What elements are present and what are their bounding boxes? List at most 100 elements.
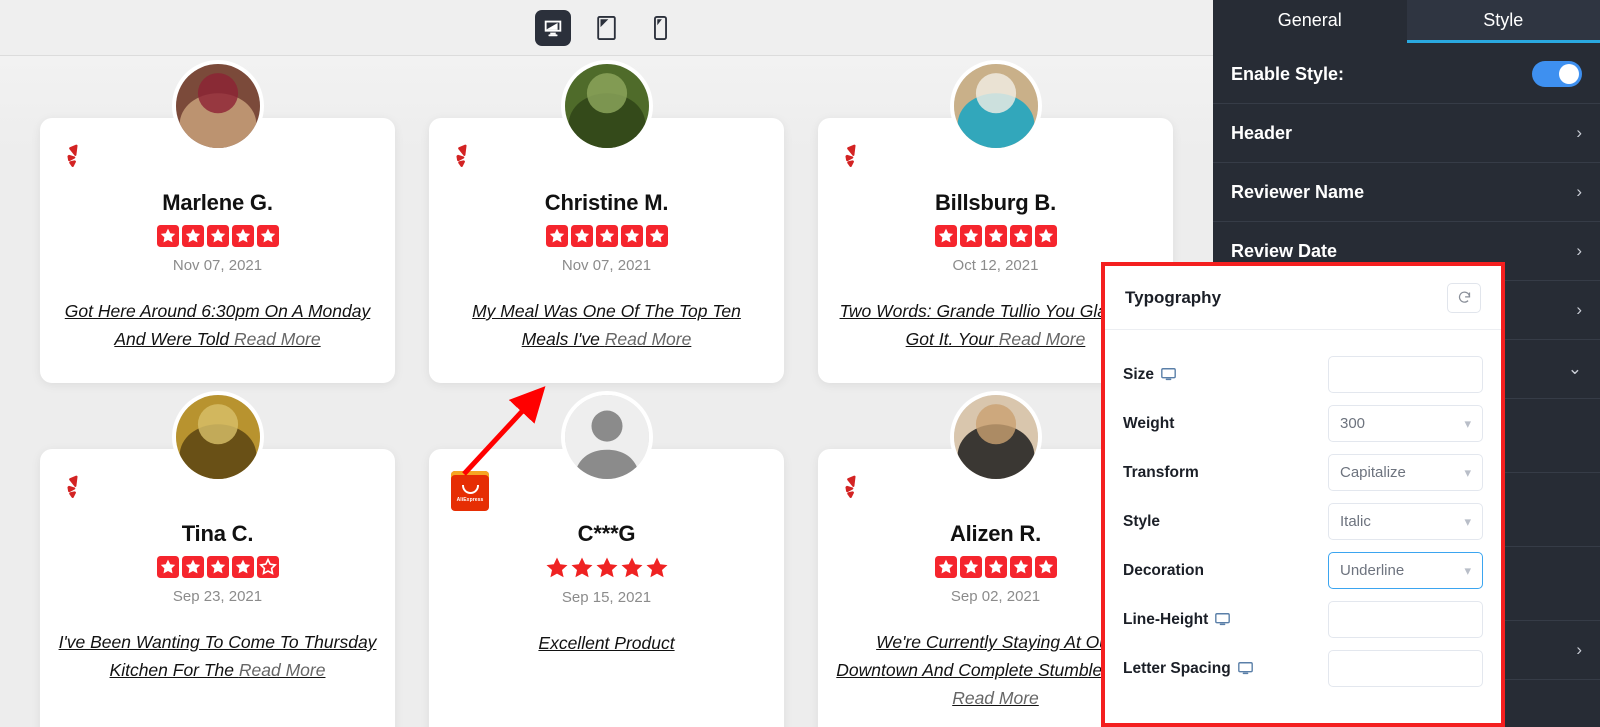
review-text[interactable]: I've Been Wanting To Come To Thursday Ki… xyxy=(58,628,377,684)
field-label: Weight xyxy=(1123,415,1328,433)
typography-field-row: Decoration Underline ▾ xyxy=(1123,546,1483,595)
tab-general[interactable]: General xyxy=(1213,0,1407,43)
review-card[interactable]: Marlene G. Nov 07, 2021 Got Here Around 6… xyxy=(40,60,395,383)
reviewer-name: Christine M. xyxy=(544,190,669,215)
star-icon xyxy=(645,225,668,247)
star-icon xyxy=(934,556,957,578)
field-label-text: Decoration xyxy=(1123,561,1204,579)
chevron-right-icon: › xyxy=(1576,123,1582,142)
avatar-image xyxy=(175,64,260,148)
sidebar-item-label: Review Date xyxy=(1231,240,1338,261)
star-icon xyxy=(596,557,617,578)
read-more-link[interactable]: Read More xyxy=(999,329,1086,349)
avatar-image xyxy=(175,395,260,479)
field-input[interactable] xyxy=(1328,601,1483,638)
star-icon xyxy=(1009,225,1032,247)
sidebar-item-reviewer-name[interactable]: Reviewer Name › xyxy=(1213,163,1600,222)
avatar-image xyxy=(564,64,649,148)
avatar xyxy=(560,60,653,152)
review-card[interactable]: Christine M. Nov 07, 2021 My Meal Was One… xyxy=(429,60,784,383)
responsive-toggle-icon[interactable] xyxy=(1237,662,1253,675)
star-icon xyxy=(181,556,204,578)
field-select[interactable]: Italic ▾ xyxy=(1328,503,1483,540)
field-label-text: Line-Height xyxy=(1123,610,1209,628)
star-rating xyxy=(58,556,377,578)
reviews-canvas: Marlene G. Nov 07, 2021 Got Here Around 6… xyxy=(0,56,1213,727)
avatar-image xyxy=(953,395,1038,479)
sidebar-item-header[interactable]: Header › xyxy=(1213,104,1600,163)
read-more-link[interactable]: Read More xyxy=(605,329,692,349)
tablet-view-button[interactable] xyxy=(589,10,625,46)
enable-style-label: Enable Style: xyxy=(1231,63,1345,84)
star-icon xyxy=(934,225,957,247)
field-label-text: Letter Spacing xyxy=(1123,659,1231,677)
yelp-logo-icon xyxy=(456,144,467,168)
review-source-logo xyxy=(840,140,874,174)
chevron-right-icon: › xyxy=(1576,182,1582,201)
responsive-toggle-icon[interactable] xyxy=(1215,613,1231,626)
star-rating xyxy=(447,556,766,579)
star-rating xyxy=(836,225,1155,247)
review-card[interactable]: Tina C. Sep 23, 2021 I've Been Wanting To… xyxy=(40,391,395,727)
field-value: 300 xyxy=(1340,415,1366,432)
chevron-down-icon: ▾ xyxy=(1464,562,1471,578)
star-icon xyxy=(256,556,279,578)
review-date: Sep 15, 2021 xyxy=(561,589,652,606)
review-card[interactable]: AliExpress C***G Sep 15, 2021 Excellent P… xyxy=(429,391,784,727)
read-more-link[interactable]: Read More xyxy=(234,329,321,349)
avatar xyxy=(171,391,264,483)
typography-field-row: Size xyxy=(1123,350,1483,399)
review-text[interactable]: Got Here Around 6:30pm On A Monday And W… xyxy=(58,297,377,353)
avatar-image xyxy=(953,64,1038,148)
star-rating xyxy=(447,225,766,247)
chevron-down-icon: ▾ xyxy=(1464,513,1471,529)
typography-title: Typography xyxy=(1125,287,1222,307)
field-input[interactable] xyxy=(1328,650,1483,687)
sidebar-tabs: General Style xyxy=(1213,0,1600,45)
field-label-text: Style xyxy=(1123,512,1161,530)
typography-field-row: Letter Spacing xyxy=(1123,644,1483,693)
tablet-icon xyxy=(597,15,616,40)
avatar xyxy=(560,391,653,483)
field-label: Decoration xyxy=(1123,562,1328,580)
desktop-view-button[interactable] xyxy=(534,9,571,46)
star-icon xyxy=(545,225,568,247)
responsive-desktop-icon xyxy=(1161,368,1176,381)
read-more-link[interactable]: Read More xyxy=(952,688,1039,708)
enable-style-toggle[interactable] xyxy=(1532,61,1582,87)
chevron-right-icon: › xyxy=(1576,241,1582,260)
field-label-text: Transform xyxy=(1123,463,1199,481)
responsive-toolbar xyxy=(0,0,1213,56)
star-icon xyxy=(546,557,567,578)
typography-field-row: Weight 300 ▾ xyxy=(1123,399,1483,448)
review-source-logo xyxy=(840,471,874,505)
avatar xyxy=(171,60,264,152)
yelp-logo-icon xyxy=(845,475,856,499)
field-select[interactable]: Capitalize ▾ xyxy=(1328,454,1483,491)
typography-popup: Typography Size Weight 300 ▾ Transform Capit… xyxy=(1101,262,1505,727)
review-source-logo: AliExpress xyxy=(451,471,489,511)
enable-style-row[interactable]: Enable Style: xyxy=(1213,45,1600,104)
read-more-link[interactable]: Read More xyxy=(239,660,326,680)
tab-style[interactable]: Style xyxy=(1406,0,1600,43)
chevron-down-icon: ▾ xyxy=(1464,464,1471,480)
field-value: Capitalize xyxy=(1340,464,1406,481)
star-icon xyxy=(206,225,229,247)
responsive-desktop-icon xyxy=(1215,613,1231,626)
star-icon xyxy=(181,225,204,247)
review-text[interactable]: Excellent Product xyxy=(447,629,766,657)
field-select[interactable]: 300 ▾ xyxy=(1328,405,1483,442)
review-date: Sep 23, 2021 xyxy=(172,588,263,605)
responsive-toggle-icon[interactable] xyxy=(1161,368,1176,381)
screen-root: Marlene G. Nov 07, 2021 Got Here Around 6… xyxy=(0,0,1600,727)
typography-reset-button[interactable] xyxy=(1447,282,1481,313)
chevron-right-icon: › xyxy=(1576,640,1582,659)
star-icon xyxy=(256,225,279,247)
field-select[interactable]: Underline ▾ xyxy=(1328,552,1483,589)
review-text[interactable]: My Meal Was One Of The Top Ten Meals I'v… xyxy=(447,297,766,353)
star-rating xyxy=(58,225,377,247)
mobile-view-button[interactable] xyxy=(643,10,679,46)
star-icon xyxy=(231,225,254,247)
field-input[interactable] xyxy=(1328,356,1483,393)
field-value: Underline xyxy=(1340,562,1405,579)
